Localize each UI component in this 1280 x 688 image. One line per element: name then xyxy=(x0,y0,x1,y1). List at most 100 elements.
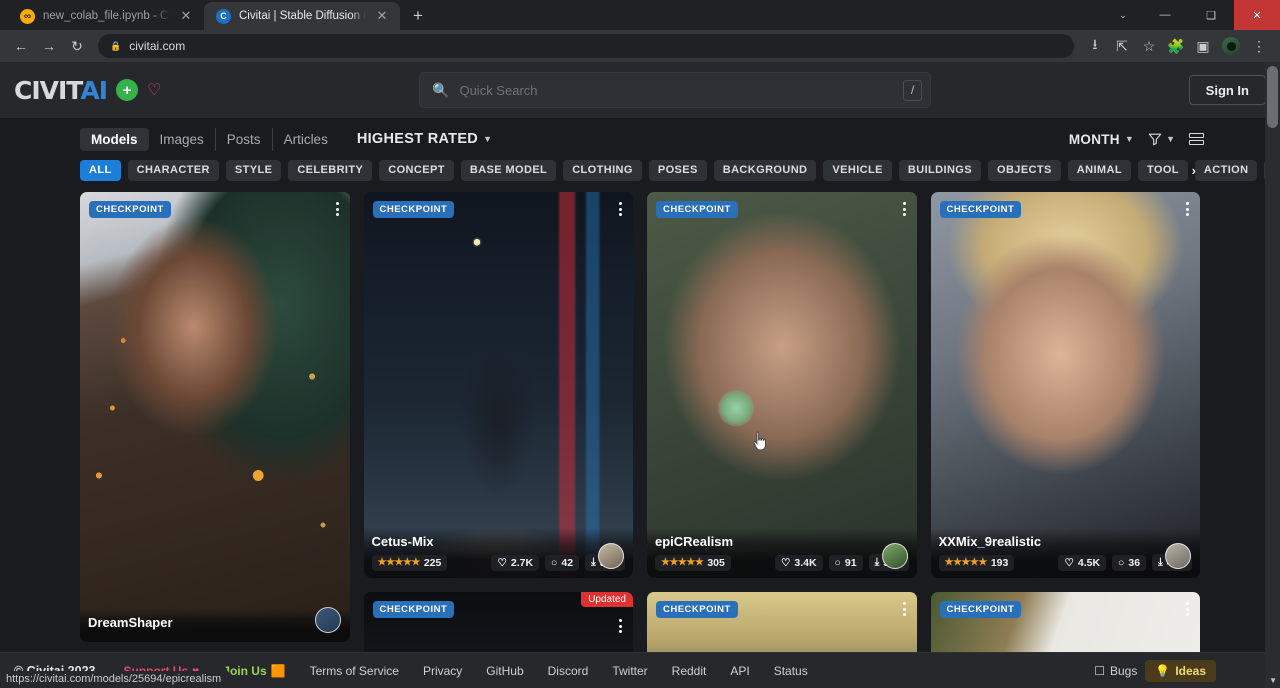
card-menu-icon[interactable] xyxy=(900,599,909,619)
card-menu-icon[interactable] xyxy=(1183,599,1192,619)
browser-tab-colab[interactable]: ∞ new_colab_file.ipynb - Colaborat ✕ xyxy=(8,2,204,30)
sign-in-button[interactable]: Sign In xyxy=(1189,75,1266,105)
chip-style[interactable]: STYLE xyxy=(226,160,281,181)
creator-avatar[interactable] xyxy=(1165,543,1191,569)
new-tab-button[interactable]: + xyxy=(404,2,432,30)
card-stats: ★★★★★ 193 ♡ 4.5K ○ 36 ⤓ xyxy=(939,554,1193,571)
creator-avatar[interactable] xyxy=(882,543,908,569)
tab-images[interactable]: Images xyxy=(149,128,216,151)
tab-title: new_colab_file.ipynb - Colaborat xyxy=(43,10,170,22)
chip-animal[interactable]: ANIMAL xyxy=(1068,160,1131,181)
ideas-button[interactable]: 💡 Ideas xyxy=(1145,660,1216,682)
filter-button[interactable]: ▼ xyxy=(1148,132,1175,146)
bugs-button[interactable]: ☐ Bugs xyxy=(1094,664,1137,678)
profile-avatar-icon[interactable] xyxy=(1222,37,1240,55)
footer-link-terms-of-service[interactable]: Terms of Service xyxy=(298,664,411,678)
close-window-button[interactable]: ✕ xyxy=(1234,0,1280,30)
chips-scroll-right-icon[interactable]: › xyxy=(1192,163,1196,178)
footer-link-discord[interactable]: Discord xyxy=(536,664,601,678)
comments-count: 42 xyxy=(561,557,573,569)
footer-link-github[interactable]: GitHub xyxy=(474,664,535,678)
search-input[interactable]: 🔍 Quick Search / xyxy=(419,72,931,108)
period-dropdown-label: MONTH xyxy=(1069,132,1120,147)
model-type-badge: CHECKPOINT xyxy=(940,601,1022,618)
chip-tool[interactable]: TOOL xyxy=(1138,160,1188,181)
footer-link-reddit[interactable]: Reddit xyxy=(660,664,719,678)
chip-poses[interactable]: POSES xyxy=(649,160,707,181)
chip-action[interactable]: ACTION xyxy=(1195,160,1258,181)
likes-stat: ♡ 2.7K xyxy=(491,555,539,571)
footer-link-twitter[interactable]: Twitter xyxy=(600,664,659,678)
tab-close-icon[interactable]: ✕ xyxy=(178,8,194,24)
grid-column-2: CHECKPOINT Cetus-Mix ★★★★★ 225 ♡ 2.7K xyxy=(364,192,634,688)
share-icon[interactable]: ⇱ xyxy=(1109,33,1135,59)
scroll-down-icon[interactable]: ▼ xyxy=(1269,676,1277,685)
model-card[interactable]: CHECKPOINT epiCRealism ★★★★★ 305 ♡ 3.4K xyxy=(647,192,917,578)
period-dropdown[interactable]: MONTH ▼ xyxy=(1069,132,1134,147)
chip-clothing[interactable]: CLOTHING xyxy=(563,160,642,181)
side-panel-icon[interactable]: ▣ xyxy=(1190,33,1216,59)
bug-icon: ☐ xyxy=(1094,664,1105,678)
star-rating-icon: ★★★★★ xyxy=(945,557,987,568)
page-scrollbar[interactable]: ▲ ▼ xyxy=(1265,62,1280,688)
chip-objects[interactable]: OBJECTS xyxy=(988,160,1061,181)
comments-stat: ○ 91 xyxy=(829,555,863,571)
model-card[interactable]: CHECKPOINT DreamShaper xyxy=(80,192,350,642)
back-icon[interactable]: ← xyxy=(8,33,34,59)
chrome-menu-icon[interactable]: ⋮ xyxy=(1246,33,1272,59)
rating-count: 225 xyxy=(424,557,442,569)
download-icon: ⤓ xyxy=(1158,556,1163,569)
tab-articles[interactable]: Articles xyxy=(273,128,339,151)
address-bar[interactable]: 🔒 civitai.com xyxy=(98,34,1074,58)
rating-stat: ★★★★★ 305 xyxy=(655,555,731,571)
comments-count: 36 xyxy=(1128,557,1140,569)
forward-icon[interactable]: → xyxy=(36,33,62,59)
sort-dropdown[interactable]: HIGHEST RATED ▼ xyxy=(357,131,492,147)
chip-character[interactable]: CHARACTER xyxy=(128,160,219,181)
minimize-button[interactable]: — xyxy=(1142,0,1188,30)
install-icon[interactable]: ⭳ xyxy=(1082,33,1108,59)
chip-all[interactable]: ALL xyxy=(80,160,121,181)
window-controls: ⌄ — ❑ ✕ xyxy=(1104,0,1280,30)
model-card[interactable]: CHECKPOINT Cetus-Mix ★★★★★ 225 ♡ 2.7K xyxy=(364,192,634,578)
card-artwork xyxy=(647,192,917,578)
layout-toggle-icon[interactable] xyxy=(1189,133,1204,145)
chip-buildings[interactable]: BUILDINGS xyxy=(899,160,981,181)
heart-icon: ♡ xyxy=(781,557,790,569)
scrollbar-thumb[interactable] xyxy=(1267,66,1278,128)
reload-icon[interactable]: ↻ xyxy=(64,33,90,59)
chip-concept[interactable]: CONCEPT xyxy=(379,160,454,181)
footer-link-status[interactable]: Status xyxy=(762,664,820,678)
card-menu-icon[interactable] xyxy=(616,199,625,219)
extensions-puzzle-icon[interactable]: 🧩 xyxy=(1163,33,1189,59)
footer-link-privacy[interactable]: Privacy xyxy=(411,664,474,678)
card-menu-icon[interactable] xyxy=(1183,199,1192,219)
heart-icon[interactable]: ♡ xyxy=(147,80,161,100)
model-card[interactable]: CHECKPOINT XXMix_9realistic ★★★★★ 193 ♡ … xyxy=(931,192,1201,578)
rating-stat: ★★★★★ 225 xyxy=(372,555,448,571)
chip-vehicle[interactable]: VEHICLE xyxy=(823,160,891,181)
card-menu-icon[interactable] xyxy=(900,199,909,219)
footer-link-api[interactable]: API xyxy=(718,664,761,678)
card-menu-icon[interactable] xyxy=(333,199,342,219)
chip-celebrity[interactable]: CELEBRITY xyxy=(288,160,372,181)
card-stats: ★★★★★ 225 ♡ 2.7K ○ 42 ⤓ xyxy=(372,554,626,571)
chip-base-model[interactable]: BASE MODEL xyxy=(461,160,556,181)
tab-models[interactable]: Models xyxy=(80,128,149,151)
chip-background[interactable]: BACKGROUND xyxy=(714,160,817,181)
download-icon: ⤓ xyxy=(875,556,880,569)
creator-avatar[interactable] xyxy=(315,607,341,633)
likes-count: 3.4K xyxy=(794,557,816,569)
site-logo[interactable]: CIVITAI + ♡ xyxy=(14,76,161,105)
tab-close-icon[interactable]: ✕ xyxy=(374,8,390,24)
rating-stat: ★★★★★ 193 xyxy=(939,555,1015,571)
browser-tab-civitai[interactable]: C Civitai | Stable Diffusion models, ✕ xyxy=(204,2,400,30)
card-menu-icon[interactable] xyxy=(616,616,625,636)
tab-posts[interactable]: Posts xyxy=(216,128,273,151)
maximize-button[interactable]: ❑ xyxy=(1188,0,1234,30)
browser-toolbar: ← → ↻ 🔒 civitai.com ⭳ ⇱ ☆ 🧩 ▣ ⋮ xyxy=(0,30,1280,62)
create-plus-icon[interactable]: + xyxy=(116,79,138,101)
bookmark-star-icon[interactable]: ☆ xyxy=(1136,33,1162,59)
creator-avatar[interactable] xyxy=(598,543,624,569)
tab-search-icon[interactable]: ⌄ xyxy=(1104,0,1142,30)
